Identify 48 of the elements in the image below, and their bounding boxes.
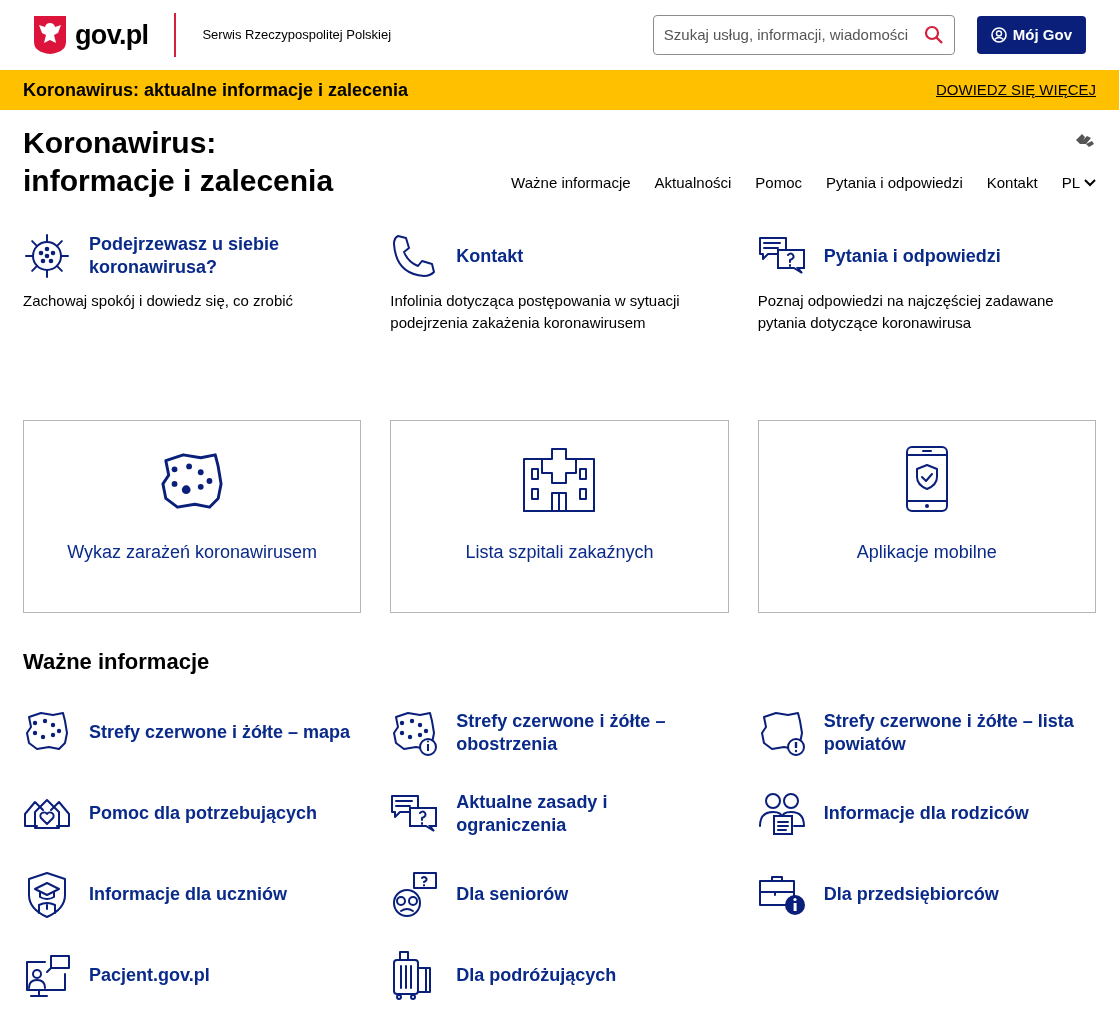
- feature-description: Infolinia dotycząca postępowania w sytuacji podejrzenia zakażenia koronawirusem: [390, 291, 681, 333]
- info-link[interactable]: Strefy czerwone i żółte – mapa: [89, 721, 351, 744]
- info-link[interactable]: Strefy czerwone i żółte – lista powiatów: [823, 709, 1087, 756]
- feature-link[interactable]: Kontakt: [456, 244, 667, 268]
- senior-question-icon: [390, 870, 439, 919]
- shield-graduate-icon: [25, 870, 69, 919]
- info-link[interactable]: Dla podróżujących: [456, 964, 617, 987]
- tile-card[interactable]: Aplikacje mobilne: [757, 420, 1096, 613]
- site-tagline: Serwis Rzeczypospolitej Polskiej: [202, 26, 392, 45]
- page-title: Koronawirus: informacje i zalecenia: [23, 125, 334, 199]
- nav-link[interactable]: Pomoc: [755, 172, 802, 195]
- search-input[interactable]: Szukaj usług, informacji, wiadomości: [663, 23, 924, 47]
- tile-card[interactable]: Lista szpitali zakaźnych: [390, 420, 729, 613]
- nav-link[interactable]: Ważne informacje: [511, 172, 631, 195]
- info-link[interactable]: Dla przedsiębiorców: [823, 883, 999, 906]
- feature-description: Zachowaj spokój i dowiedz się, co zrobić: [23, 291, 295, 311]
- search-field[interactable]: Szukaj usług, informacji, wiadomości: [652, 15, 955, 55]
- info-link[interactable]: Pomoc dla potrzebujących: [89, 802, 318, 825]
- logo-text[interactable]: gov.pl: [75, 14, 149, 56]
- banner-text: Koronawirus: aktualne informacje i zalecenia: [23, 78, 409, 102]
- info-link[interactable]: Informacje dla uczniów: [89, 883, 288, 906]
- chevron-down-icon: [1084, 179, 1096, 188]
- virus-icon: [23, 232, 71, 280]
- parents-document-icon: [757, 791, 806, 836]
- feature-link[interactable]: Pytania i odpowiedzi: [823, 244, 1034, 268]
- info-link[interactable]: Aktualne zasady i ograniczenia: [456, 790, 720, 837]
- hospital-icon: [522, 447, 597, 513]
- section-heading: Ważne informacje: [22, 648, 211, 676]
- tile-card[interactable]: Wykaz zarażeń koronawirusem: [23, 420, 362, 613]
- monitor-person-icon: [23, 953, 71, 998]
- info-link[interactable]: Strefy czerwone i żółte – obostrzenia: [456, 709, 720, 756]
- eagle-emblem-icon: [33, 15, 67, 55]
- info-link[interactable]: Dla seniorów: [456, 883, 569, 906]
- feature-description: Poznaj odpowiedzi na najczęściej zadawane pytania dotyczące koronawirusa: [757, 291, 1055, 333]
- nav-link[interactable]: Kontakt: [986, 172, 1038, 195]
- smartphone-shield-icon: [904, 445, 949, 513]
- feature-link[interactable]: Podejrzewasz u siebie koronawirusa?: [89, 233, 299, 279]
- language-selector[interactable]: PL: [1061, 172, 1096, 195]
- user-circle-icon: [990, 27, 1007, 43]
- search-icon[interactable]: [923, 25, 944, 45]
- info-link[interactable]: Pacjent.gov.pl: [89, 964, 210, 987]
- question-chat-icon: [757, 236, 806, 276]
- account-button[interactable]: Mój Gov: [976, 16, 1086, 54]
- banner-link[interactable]: DOWIEDZ SIĘ WIĘCEJ: [936, 78, 1096, 102]
- nav-link[interactable]: Aktualności: [654, 172, 732, 195]
- question-chat-icon: [390, 793, 439, 834]
- nav-link[interactable]: Pytania i odpowiedzi: [826, 172, 963, 195]
- info-link[interactable]: Informacje dla rodziców: [823, 802, 1029, 825]
